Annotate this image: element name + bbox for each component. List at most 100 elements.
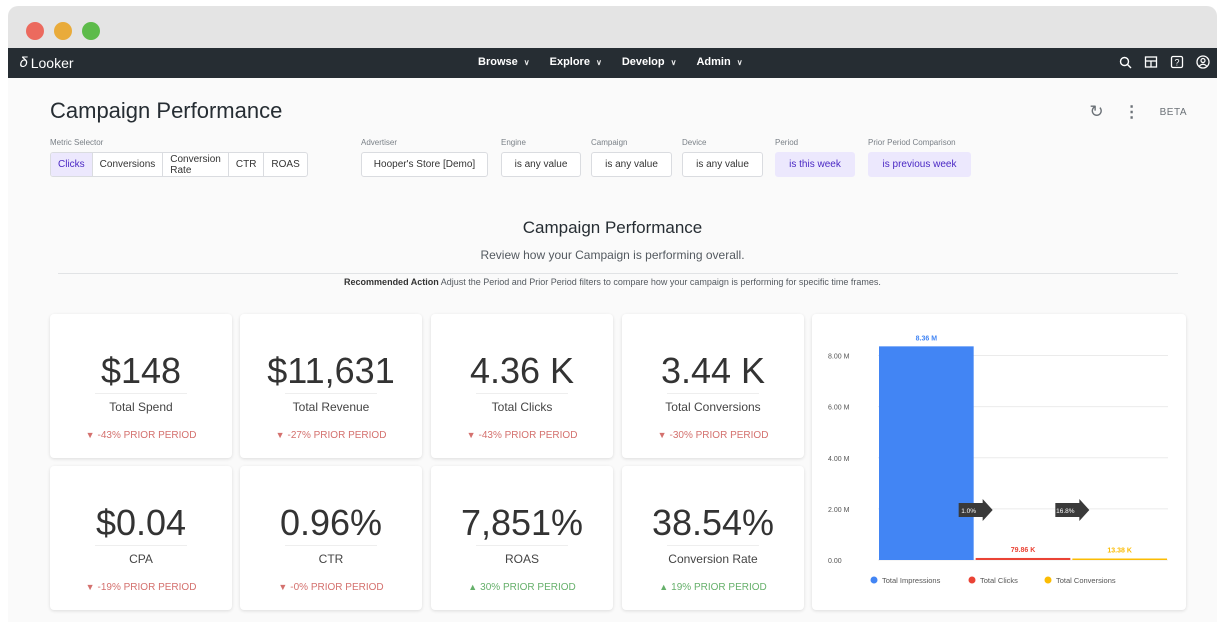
kpi-underline: [667, 393, 759, 394]
metric-option-ctr[interactable]: CTR: [229, 153, 265, 176]
search-icon[interactable]: [1117, 54, 1133, 70]
chevron-down-icon: ∨: [523, 57, 530, 67]
metric-selector-label: Metric Selector: [50, 138, 104, 147]
down-triangle-icon: ▼: [466, 430, 476, 440]
advertiser-filter[interactable]: Hooper's Store [Demo]: [361, 152, 488, 177]
down-triangle-icon: ▼: [657, 430, 667, 440]
down-triangle-icon: ▼: [85, 430, 95, 440]
kpi-value: 4.36 K: [469, 350, 575, 391]
nav-develop-label: Develop: [621, 56, 665, 68]
kpi-underline: [476, 545, 568, 546]
metric-option-conversions[interactable]: Conversions: [93, 153, 164, 176]
kpi-change: -27% PRIOR PERIOD: [287, 430, 387, 441]
help-icon[interactable]: ?: [1169, 54, 1185, 70]
dashboard-page: Campaign Performance ↻ ⋮ BETA Metric Sel…: [8, 78, 1217, 622]
chevron-down-icon: ∨: [736, 57, 743, 67]
campaign-filter[interactable]: is any value: [591, 152, 672, 177]
metric-option-conversion-rate[interactable]: Conversion Rate: [163, 153, 229, 176]
metric-option-roas[interactable]: ROAS: [264, 153, 306, 176]
kpi-change: -43% PRIOR PERIOD: [478, 430, 578, 441]
nav-admin[interactable]: Admin ∨: [696, 56, 742, 68]
kpi-comparison: ▼ -0% PRIOR PERIOD: [240, 582, 422, 593]
legend-dot: [1044, 576, 1052, 584]
looker-logo-text: Looker: [30, 54, 74, 71]
beta-badge: BETA: [1159, 106, 1187, 118]
y-tick-label: 8.00 M: [828, 354, 850, 361]
more-options-icon[interactable]: ⋮: [1124, 102, 1140, 122]
kpi-value: $148: [100, 350, 182, 391]
data-label: 79.86 K: [1011, 547, 1036, 554]
kpi-value: 38.54%: [651, 502, 775, 543]
data-label: 8.36 M: [916, 335, 938, 342]
minimize-window-button[interactable]: [54, 22, 72, 40]
down-triangle-icon: ▼: [275, 430, 285, 440]
kpi-comparison: ▼ -27% PRIOR PERIOD: [240, 430, 422, 441]
kpi-underline: [95, 393, 187, 394]
divider: [58, 273, 1178, 274]
kpi-label: ROAS: [504, 552, 539, 566]
prior-period-filter[interactable]: is previous week: [868, 152, 971, 177]
step-rate-label: 16.8%: [1056, 508, 1075, 515]
legend-label: Total Clicks: [980, 576, 1018, 585]
y-tick-label: 6.00 M: [828, 405, 850, 412]
kpi-underline: [285, 393, 377, 394]
kpi-label: Total Clicks: [491, 400, 553, 414]
engine-filter[interactable]: is any value: [501, 152, 581, 177]
dashboard-actions: ↻ ⋮ BETA: [1089, 102, 1187, 122]
kpi-comparison: ▲ 19% PRIOR PERIOD: [622, 582, 804, 593]
maximize-window-button[interactable]: [82, 22, 100, 40]
recommended-action-text: Adjust the Period and Prior Period filte…: [438, 277, 881, 287]
kpi-label: Total Conversions: [665, 400, 761, 414]
looker-logo-icon: 𝛿: [20, 54, 28, 70]
kpi-card-conversion-rate: 38.54% Conversion Rate ▲ 19% PRIOR PERIOD: [622, 466, 804, 610]
kpi-underline: [285, 545, 377, 546]
nav-explore-label: Explore: [549, 56, 590, 68]
campaign-label: Campaign: [591, 138, 628, 147]
device-filter[interactable]: is any value: [682, 152, 763, 177]
nav-menu: Browse ∨ Explore ∨ Develop ∨ Admin ∨: [478, 56, 743, 68]
user-avatar-icon[interactable]: [1195, 54, 1211, 70]
kpi-comparison: ▼ -43% PRIOR PERIOD: [431, 430, 613, 441]
kpi-underline: [476, 393, 568, 394]
y-tick-label: 4.00 M: [828, 456, 850, 463]
top-nav: 𝛿 Looker Browse ∨ Explore ∨ Develop ∨ Admin…: [8, 48, 1217, 78]
nav-browse[interactable]: Browse ∨: [478, 56, 530, 68]
bar-total-conversions: [1072, 558, 1167, 560]
nav-explore[interactable]: Explore ∨: [550, 56, 602, 68]
reload-icon[interactable]: ↻: [1089, 102, 1103, 122]
kpi-card-total-revenue: $11,631 Total Revenue ▼ -27% PRIOR PERIOD: [240, 314, 422, 458]
period-filter[interactable]: is this week: [775, 152, 855, 177]
kpi-value: 7,851%: [460, 502, 584, 543]
y-tick-label: 2.00 M: [828, 507, 850, 514]
y-tick-label: 0.00: [828, 558, 842, 565]
kpi-value: $11,631: [267, 350, 395, 391]
legend-label: Total Impressions: [882, 576, 941, 585]
up-triangle-icon: ▲: [659, 582, 669, 592]
kpi-card-roas: 7,851% ROAS ▲ 30% PRIOR PERIOD: [431, 466, 613, 610]
marketplace-icon[interactable]: [1143, 54, 1159, 70]
kpi-comparison: ▼ -30% PRIOR PERIOD: [622, 430, 804, 441]
step-rate-label: 1.0%: [961, 508, 976, 515]
kpi-change: 30% PRIOR PERIOD: [480, 582, 576, 593]
kpi-label: Total Spend: [109, 400, 173, 414]
svg-text:?: ?: [1174, 58, 1179, 68]
section-subtitle: Review how your Campaign is performing o…: [480, 248, 745, 262]
section-title: Campaign Performance: [522, 218, 703, 237]
kpi-card-cpa: $0.04 CPA ▼ -19% PRIOR PERIOD: [50, 466, 232, 610]
recommended-action: Recommended Action Adjust the Period and…: [8, 277, 1217, 287]
close-window-button[interactable]: [26, 22, 44, 40]
bar-total-clicks: [975, 557, 1071, 560]
kpi-label: CTR: [318, 552, 344, 566]
kpi-label: Conversion Rate: [668, 552, 758, 566]
kpi-underline: [667, 545, 759, 546]
kpi-card-total-clicks: 4.36 K Total Clicks ▼ -43% PRIOR PERIOD: [431, 314, 613, 458]
down-triangle-icon: ▼: [278, 582, 288, 592]
kpi-change: -30% PRIOR PERIOD: [669, 430, 769, 441]
chevron-down-icon: ∨: [595, 57, 602, 67]
funnel-chart: 0.00 2.00 M 4.00 M 6.00 M 8.00 M 8.36 M 79.86 …: [828, 335, 1168, 585]
window-titlebar: [8, 6, 1217, 48]
kpi-change: -43% PRIOR PERIOD: [97, 430, 197, 441]
looker-logo[interactable]: 𝛿 Looker: [20, 54, 74, 71]
nav-develop[interactable]: Develop ∨: [622, 56, 677, 68]
metric-option-clicks[interactable]: Clicks: [51, 153, 93, 176]
